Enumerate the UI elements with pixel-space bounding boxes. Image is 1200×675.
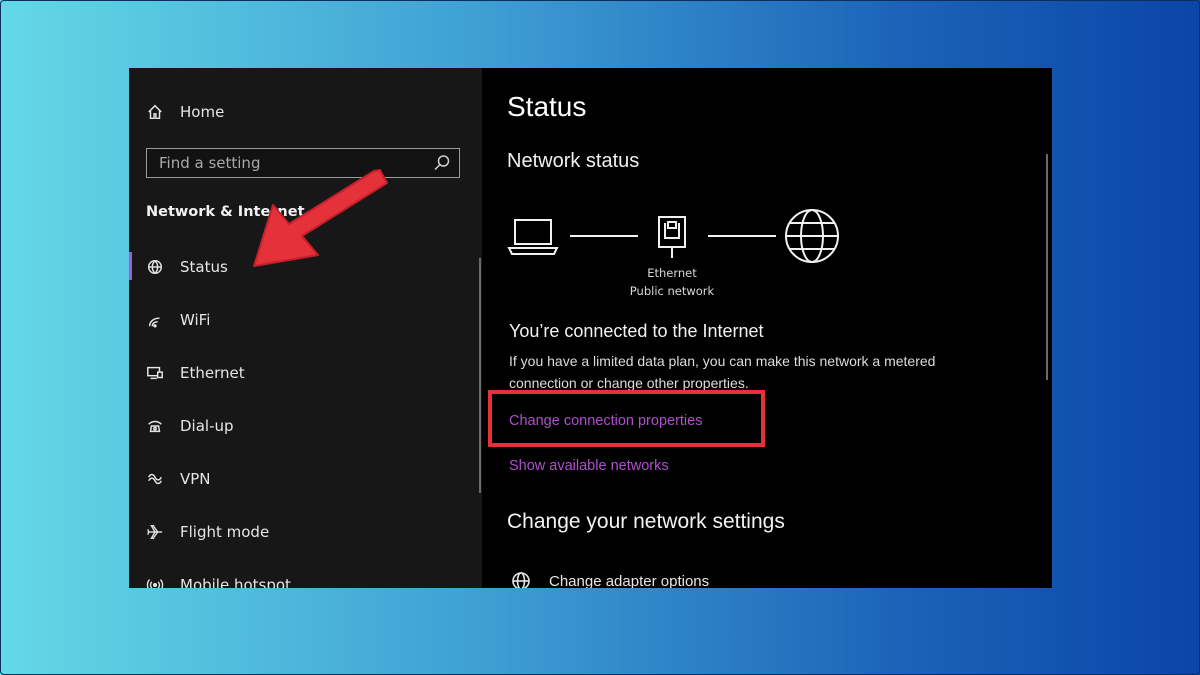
sidebar-item-home[interactable]: Home	[145, 97, 224, 127]
search-icon[interactable]	[431, 152, 453, 174]
hotspot-icon	[145, 575, 165, 588]
settings-window: Home Network & Internet Status WiFi	[129, 68, 1052, 588]
change-settings-heading: Change your network settings	[507, 510, 785, 533]
dial-up-icon	[145, 416, 165, 436]
ethernet-adapter-icon	[658, 216, 686, 258]
main-scrollbar[interactable]	[1046, 154, 1048, 380]
airplane-icon	[145, 522, 165, 542]
sidebar-item-label: Ethernet	[180, 364, 245, 382]
connection-status-heading: You’re connected to the Internet	[509, 321, 764, 341]
adapter-globe-icon	[512, 572, 530, 588]
sidebar-item-vpn[interactable]: VPN	[145, 464, 211, 494]
globe-status-icon	[145, 257, 165, 277]
sidebar-item-label: Flight mode	[180, 523, 270, 541]
ethernet-icon	[145, 363, 165, 383]
main-panel: Status Network status Ethernet Public ne…	[482, 68, 1052, 588]
home-icon	[145, 102, 165, 122]
page-title: Status	[507, 91, 587, 122]
sidebar-item-wifi[interactable]: WiFi	[145, 305, 210, 335]
sidebar: Home Network & Internet Status WiFi	[129, 68, 482, 588]
network-type-label: Public network	[629, 284, 715, 298]
network-diagram: Ethernet Public network	[507, 208, 847, 303]
change-adapter-options-label: Change adapter options	[549, 572, 710, 589]
search-box[interactable]	[146, 148, 460, 178]
vpn-icon	[145, 469, 165, 489]
search-input[interactable]	[147, 153, 431, 173]
adapter-name-label: Ethernet	[647, 266, 697, 280]
show-available-networks-link[interactable]: Show available networks	[509, 458, 669, 474]
sidebar-item-label: Status	[180, 258, 228, 276]
sidebar-item-label: Home	[180, 103, 225, 121]
sidebar-item-mobile-hotspot[interactable]: Mobile hotspot	[145, 570, 291, 588]
globe-icon	[785, 209, 839, 263]
connection-description: If you have a limited data plan, you can…	[509, 353, 936, 391]
wifi-icon	[145, 310, 165, 330]
sidebar-item-label: Dial-up	[180, 417, 234, 435]
sidebar-item-ethernet[interactable]: Ethernet	[145, 358, 245, 388]
network-diagram-graphic	[507, 209, 839, 263]
section-title: Network & Internet	[146, 204, 305, 220]
sidebar-item-dial-up[interactable]: Dial-up	[145, 411, 234, 441]
sidebar-item-flight-mode[interactable]: Flight mode	[145, 517, 269, 547]
change-adapter-options-item[interactable]: Change adapter options	[510, 570, 709, 588]
laptop-icon	[507, 219, 559, 255]
active-indicator	[129, 252, 132, 280]
sidebar-item-label: WiFi	[180, 311, 211, 329]
change-connection-properties-link[interactable]: Change connection properties	[509, 413, 702, 429]
sidebar-item-label: VPN	[180, 470, 211, 488]
sidebar-scrollbar[interactable]	[479, 258, 481, 493]
sidebar-item-status[interactable]: Status	[145, 252, 228, 282]
sidebar-item-label: Mobile hotspot	[180, 576, 291, 588]
network-status-heading: Network status	[507, 150, 640, 172]
